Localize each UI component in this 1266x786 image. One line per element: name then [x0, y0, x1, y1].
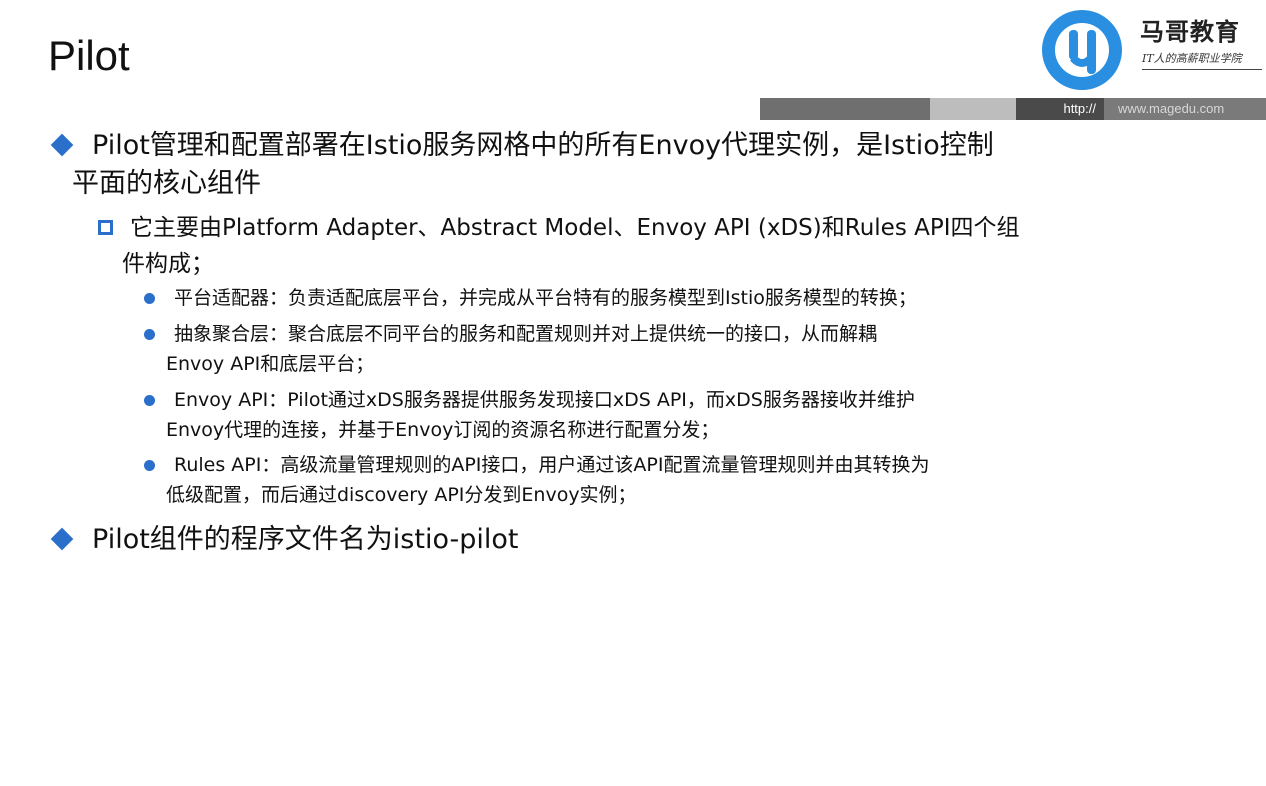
logo-brand: 马哥教育	[1140, 18, 1240, 46]
sub-bullet-text-continued: 件构成；	[122, 251, 214, 277]
slide-title: Pilot	[48, 32, 130, 79]
magedu-logo-icon	[1042, 10, 1122, 90]
list-item: Rules API：高级流量管理规则的API接口，用户通过该API配置流量管理规…	[174, 454, 930, 476]
url-banner: http:// www.magedu.com	[760, 98, 1266, 120]
list-item-continued: Envoy代理的连接，并基于Envoy订阅的资源名称进行配置分发；	[166, 419, 720, 441]
list-item-continued: Envoy API和底层平台；	[166, 353, 375, 375]
sub-bullet-text: 它主要由Platform Adapter、Abstract Model、Envo…	[130, 215, 1020, 241]
dot-bullet-icon	[144, 293, 155, 304]
list-item: 抽象聚合层：聚合底层不同平台的服务和配置规则并对上提供统一的接口，从而解耦	[174, 323, 878, 345]
url-prefix: http://	[1016, 98, 1104, 120]
diamond-bullet-icon	[50, 527, 74, 551]
bullet-text: Pilot组件的程序文件名为istio-pilot	[92, 524, 519, 555]
dot-bullet-icon	[144, 329, 155, 340]
list-item: Envoy API：Pilot通过xDS服务器提供服务发现接口xDS API，而…	[174, 389, 915, 411]
list-item: 平台适配器：负责适配底层平台，并完成从平台特有的服务模型到Istio服务模型的转…	[174, 287, 917, 309]
dot-bullet-icon	[144, 460, 155, 471]
url-banner-segment	[760, 98, 930, 120]
bullet-text: Pilot管理和配置部署在Istio服务网格中的所有Envoy代理实例，是Ist…	[92, 130, 994, 161]
bullet-text-continued: 平面的核心组件	[72, 168, 261, 199]
dot-bullet-icon	[144, 395, 155, 406]
url-banner-segment	[930, 98, 1016, 120]
url-text: www.magedu.com	[1104, 98, 1266, 120]
diamond-bullet-icon	[50, 133, 74, 157]
logo-slogan: IT人的高薪职业学院	[1142, 50, 1262, 70]
list-item-continued: 低级配置，而后通过discovery API分发到Envoy实例；	[166, 484, 637, 506]
square-bullet-icon	[98, 220, 113, 235]
